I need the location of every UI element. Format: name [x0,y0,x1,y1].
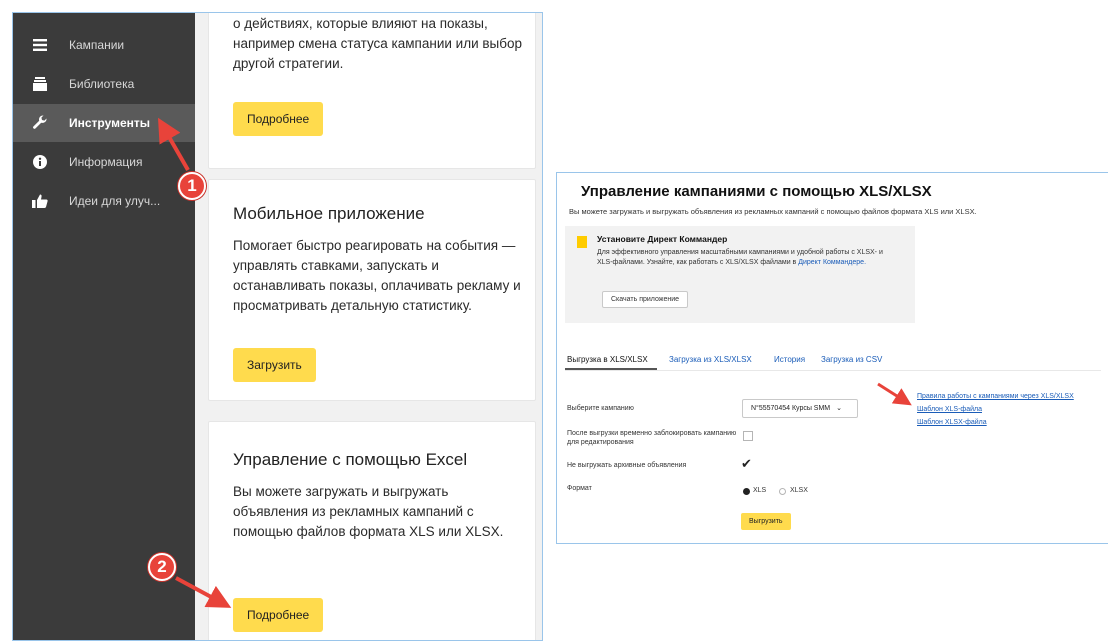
export-button[interactable]: Выгрузить [741,513,791,530]
download-button[interactable]: Загрузить [233,348,316,382]
xls-management-screenshot: Управление кампаниями с помощью XLS/XLSX… [556,172,1108,544]
card-notifications: о действиях, которые влияют на показы, н… [208,13,536,169]
sidebar-item-ideas[interactable]: Идеи для улуч... [13,182,195,220]
sidebar-item-label: Библиотека [69,77,135,91]
card-text: Помогает быстро реагировать на события —… [233,238,521,313]
xls-template-link[interactable]: Шаблон XLS-файла [917,406,982,413]
card-title: Управление с помощью Excel [233,450,468,469]
rules-link[interactable]: Правила работы с кампаниями через XLS/XL… [917,393,1074,400]
download-app-button[interactable]: Скачать приложение [602,291,689,308]
sidebar-item-label: Идеи для улуч... [69,194,161,208]
sidebar: Кампании Библиотека Инструменты Информац… [13,13,195,640]
library-icon [31,75,49,93]
sidebar-item-label: Кампании [69,38,125,52]
sidebar-item-library[interactable]: Библиотека [13,65,195,103]
campaign-select-value: N°55570454 Курсы SMM [751,405,831,412]
archive-checkbox[interactable]: ✔ [741,457,755,471]
card-text: Вы можете загружать и выгружать объявлен… [233,484,504,539]
active-tab-indicator [565,368,657,370]
format-xlsx-radio[interactable] [779,488,786,495]
sidebar-item-label: Инструменты [69,116,151,130]
tabs: Выгрузка в XLS/XLSX Загрузка из XLS/XLSX… [565,353,1101,371]
lock-label: После выгрузки временно заблокировать ка… [567,430,737,446]
more-button[interactable]: Подробнее [233,102,324,136]
campaign-select[interactable]: N°55570454 Курсы SMM ⌄ [742,399,858,418]
thumbs-up-icon [31,192,49,210]
commander-icon [577,236,587,248]
archive-label: Не выгружать архивные объявления [567,462,687,469]
lock-checkbox[interactable] [743,431,753,441]
commander-promo: Установите Директ Коммандер Для эффектив… [565,226,915,323]
format-label: Формат [567,485,592,492]
promo-title: Установите Директ Коммандер [597,234,728,244]
card-text: о действиях, которые влияют на показы, н… [233,16,522,71]
tab-export-xls[interactable]: Выгрузка в XLS/XLSX [567,355,648,364]
card-title: Мобильное приложение [233,204,425,223]
format-xlsx-label: XLSX [790,487,808,494]
step-badge-2: 2 [148,553,176,581]
tab-history[interactable]: История [774,355,805,364]
campaign-label: Выберите кампанию [567,405,634,412]
cabinet-screenshot: Кампании Библиотека Инструменты Информац… [12,12,543,641]
chevron-down-icon: ⌄ [836,405,842,412]
card-excel: Управление с помощью Excel Вы можете заг… [208,421,536,640]
format-xls-radio[interactable] [743,488,750,495]
tab-import-csv[interactable]: Загрузка из CSV [821,355,882,364]
commander-link[interactable]: Директ Коммандере. [798,259,866,266]
tab-import-xls[interactable]: Загрузка из XLS/XLSX [669,355,752,364]
sidebar-item-label: Информация [69,155,143,169]
sidebar-item-information[interactable]: Информация [13,143,195,181]
sidebar-item-tools[interactable]: Инструменты [13,104,195,142]
xlsx-template-link[interactable]: Шаблон XLSX-файла [917,419,987,426]
more-button[interactable]: Подробнее [233,598,324,632]
checkmark-icon: ✔ [741,456,752,471]
promo-text: Для эффективного управления масштабными … [597,248,897,268]
info-icon [31,153,49,171]
page-description: Вы можете загружать и выгружать объявлен… [569,207,977,216]
wrench-icon [31,114,49,132]
sidebar-item-campaigns[interactable]: Кампании [13,26,195,64]
step-badge-1: 1 [178,172,206,200]
menu-icon [31,36,49,54]
format-xls-label: XLS [753,487,767,494]
page-title: Управление кампаниями с помощью XLS/XLSX [581,183,932,200]
card-mobile-app: Мобильное приложение Помогает быстро реа… [208,179,536,401]
